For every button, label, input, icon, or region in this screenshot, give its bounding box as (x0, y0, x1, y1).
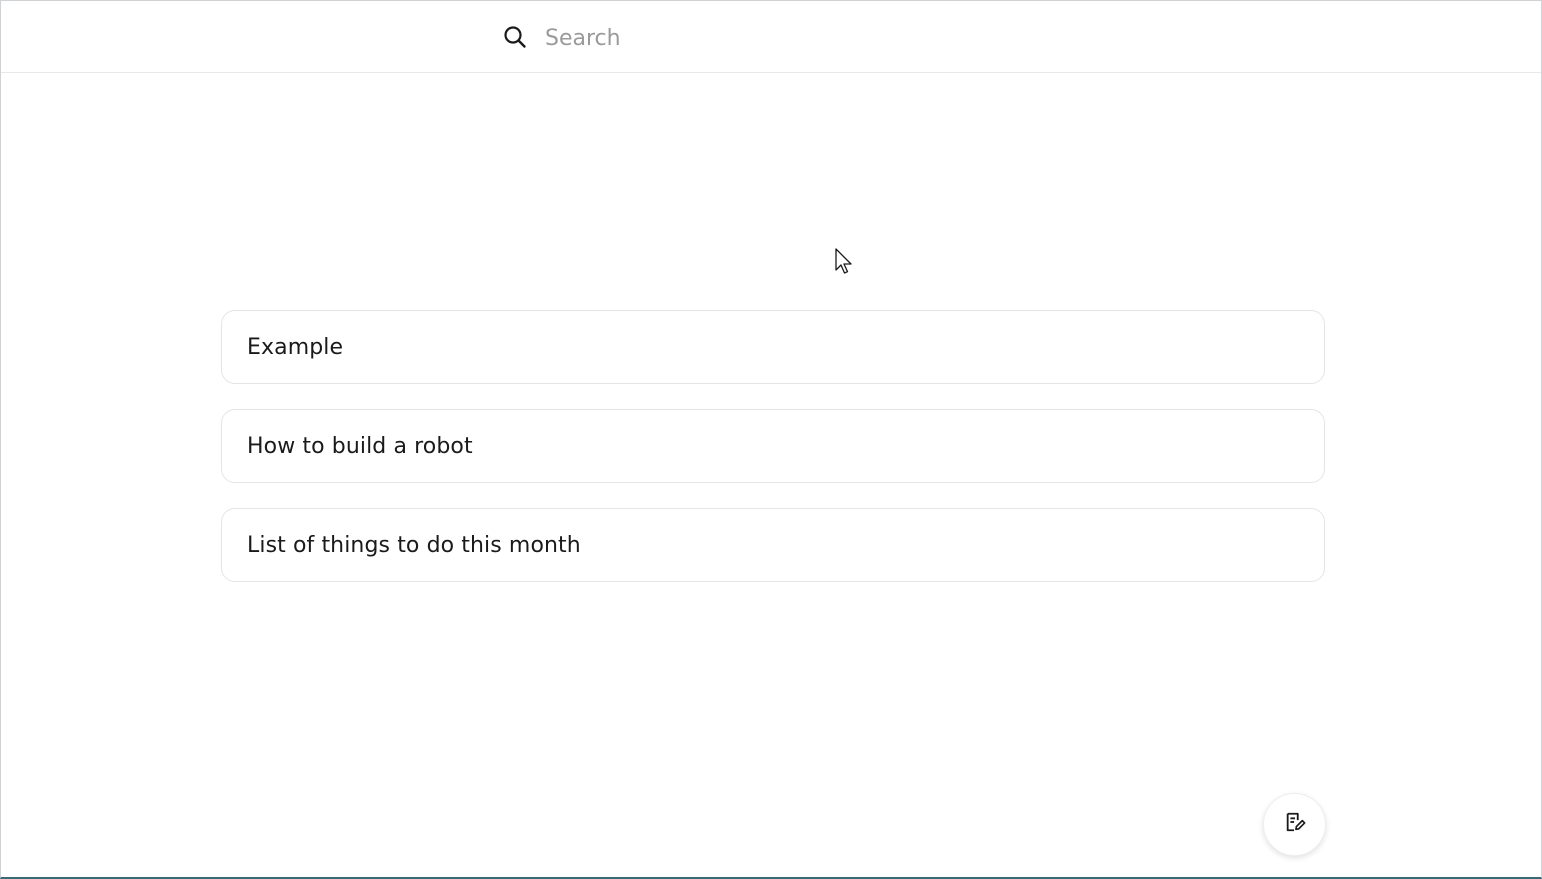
note-card-example[interactable]: Example (221, 310, 1325, 384)
app-window: Example How to build a robot List of thi… (0, 0, 1542, 879)
note-card-how-to-build-a-robot[interactable]: How to build a robot (221, 409, 1325, 483)
mouse-cursor-icon (835, 248, 852, 274)
note-title: List of things to do this month (247, 532, 581, 558)
search-icon (503, 25, 527, 49)
new-note-icon (1284, 811, 1306, 838)
search-input[interactable] (545, 21, 1145, 55)
search-bar (1, 1, 1541, 73)
note-list: Example How to build a robot List of thi… (221, 310, 1325, 607)
note-title: How to build a robot (247, 433, 473, 459)
note-card-list-of-things[interactable]: List of things to do this month (221, 508, 1325, 582)
note-title: Example (247, 334, 344, 360)
new-note-button[interactable] (1263, 793, 1326, 856)
